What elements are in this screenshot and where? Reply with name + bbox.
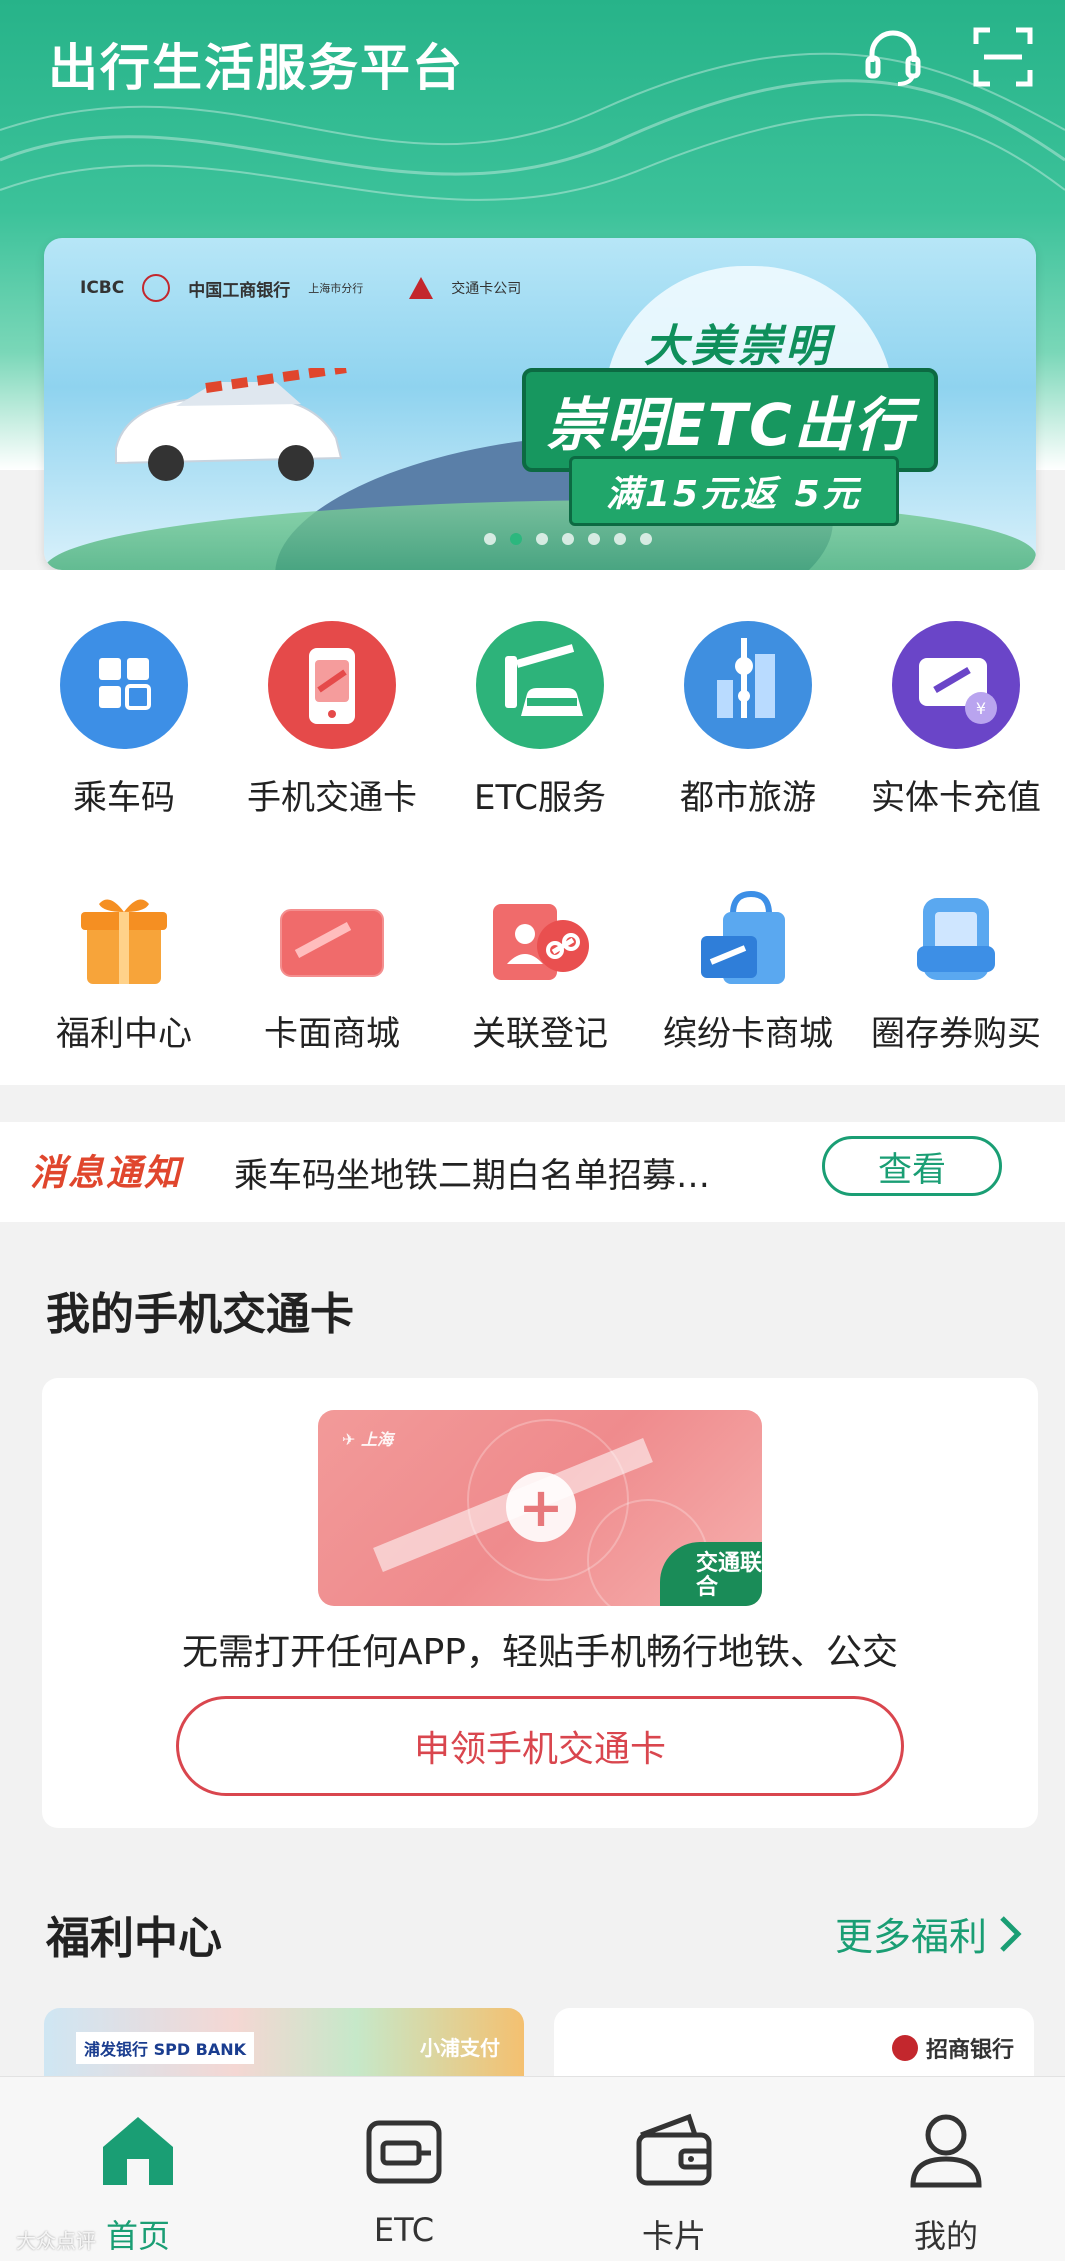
- app-title: 出行生活服务平台: [48, 39, 464, 97]
- service-label: 都市旅游: [680, 778, 816, 818]
- service-mobile-transit-card[interactable]: 手机交通卡: [228, 620, 436, 819]
- service-voucher-purchase[interactable]: 圈存券购买: [852, 888, 1060, 1055]
- bottom-tab-bar: 首页 ETC 卡片 我的: [0, 2076, 1065, 2261]
- service-card-face-mall[interactable]: 卡面商城: [228, 888, 436, 1055]
- watermark: 大众点评: [16, 2229, 96, 2253]
- view-notice-button[interactable]: 查看: [822, 1136, 1002, 1196]
- carousel-dot-active[interactable]: [510, 533, 522, 545]
- cmb-logo: 招商银行: [891, 2032, 1014, 2064]
- apply-transit-card-button[interactable]: 申领手机交通卡: [176, 1696, 904, 1796]
- headset-icon[interactable]: [860, 24, 926, 90]
- partner-name: 交通卡公司: [451, 281, 522, 297]
- carousel-dot[interactable]: [562, 533, 574, 545]
- bank-name: 中国工商银行: [188, 280, 291, 301]
- wallet-icon: [636, 2113, 712, 2186]
- service-label: 实体卡充值: [871, 778, 1041, 818]
- notice-text[interactable]: 乘车码坐地铁二期白名单招募…: [234, 1148, 794, 1197]
- tab-label: ETC: [373, 2211, 435, 2249]
- etc-device-icon: [366, 2120, 442, 2184]
- banner-line1: 大美崇明: [644, 321, 832, 372]
- icbc-logo-icon: [142, 274, 171, 302]
- banner-line3: 满15元返 5元: [569, 456, 899, 526]
- service-card-recharge[interactable]: ¥ 实体卡充值: [852, 620, 1060, 819]
- card-recharge-icon: ¥: [891, 620, 1021, 750]
- phone-card-icon: [267, 620, 397, 750]
- car-illustration-icon: [115, 368, 347, 481]
- service-ride-code[interactable]: 乘车码: [20, 620, 228, 819]
- qr-code-icon: [59, 620, 189, 750]
- transit-card-description: 无需打开任何APP，轻贴手机畅行地铁、公交: [181, 1632, 899, 1673]
- carousel-dot[interactable]: [536, 533, 548, 545]
- add-card-icon[interactable]: +: [506, 1472, 576, 1542]
- banner-logos: ICBC 中国工商银行 上海市分行 交通卡公司: [80, 274, 521, 302]
- city-tower-icon: [683, 620, 813, 750]
- service-label: 手机交通卡: [247, 778, 417, 818]
- tab-label: 卡片: [641, 2217, 706, 2255]
- chevron-right-icon: [1000, 1915, 1022, 1952]
- tab-cards[interactable]: 卡片: [574, 2107, 774, 2257]
- more-welfare-link[interactable]: 更多福利: [835, 1906, 1023, 1961]
- link-register-icon: [485, 888, 595, 988]
- svg-text:¥: ¥: [976, 699, 986, 718]
- service-etc[interactable]: ETC服务: [436, 620, 644, 819]
- service-link-register[interactable]: 关联登记: [436, 888, 644, 1055]
- xiaopu-pay-label: 小浦支付: [420, 2036, 500, 2060]
- service-label: 卡面商城: [264, 1014, 400, 1054]
- promo-banner[interactable]: ICBC 中国工商银行 上海市分行 交通卡公司 大美崇明 崇明ETC出行 满15…: [44, 238, 1036, 570]
- carousel-dot[interactable]: [484, 533, 496, 545]
- cmb-logo-icon: [891, 2035, 918, 2061]
- service-label: ETC服务: [474, 778, 606, 818]
- notice-tag: 消息通知: [30, 1153, 183, 1194]
- service-label: 关联登记: [472, 1014, 608, 1054]
- cmb-name: 招商银行: [925, 2038, 1014, 2063]
- tab-label: 我的: [913, 2217, 978, 2255]
- etc-toll-icon: [475, 620, 605, 750]
- service-label: 缤纷卡商城: [663, 1014, 833, 1054]
- section-title-transit-card: 我的手机交通卡: [46, 1289, 354, 1340]
- gift-box-icon: [69, 888, 179, 988]
- service-welfare-center[interactable]: 福利中心: [20, 888, 228, 1055]
- service-label: 圈存券购买: [871, 1014, 1041, 1054]
- t-union-logo: 交通联合: [660, 1542, 762, 1606]
- service-label: 乘车码: [73, 778, 175, 818]
- carousel-dot[interactable]: [640, 533, 652, 545]
- bank-branch: 上海市分行: [308, 282, 364, 295]
- user-icon: [910, 2114, 982, 2188]
- spd-bank-logo: 浦发银行 SPD BANK: [76, 2032, 255, 2064]
- more-welfare-label: 更多福利: [834, 1915, 987, 1959]
- carousel-dot[interactable]: [588, 533, 600, 545]
- carousel-dots: [484, 533, 652, 545]
- service-grid: 乘车码 手机交通卡 ETC服务 都市旅游 ¥ 实体卡充值 福利中心 卡面商城 关…: [0, 570, 1065, 1085]
- message-notice-bar[interactable]: 消息通知 乘车码坐地铁二期白名单招募… 查看: [0, 1122, 1065, 1222]
- service-label: 福利中心: [56, 1014, 192, 1054]
- tab-etc[interactable]: ETC: [304, 2107, 504, 2249]
- union-label: 交通联合: [696, 1551, 762, 1600]
- card-face-icon: [277, 888, 387, 988]
- transit-card-panel: ✈ 上海 + 交通联合 无需打开任何APP，轻贴手机畅行地铁、公交 申领手机交通…: [42, 1378, 1038, 1828]
- service-colorful-card-mall[interactable]: 缤纷卡商城: [644, 888, 852, 1055]
- service-city-tour[interactable]: 都市旅游: [644, 620, 852, 819]
- tab-mine[interactable]: 我的: [846, 2107, 1046, 2257]
- icbc-abbr: ICBC: [80, 278, 125, 298]
- transit-card-company-logo-icon: [409, 277, 434, 299]
- voucher-icon: [901, 888, 1011, 988]
- transit-card-image[interactable]: ✈ 上海 + 交通联合: [318, 1410, 762, 1606]
- scan-icon[interactable]: [970, 24, 1036, 90]
- home-icon: [103, 2117, 173, 2185]
- section-title-welfare: 福利中心: [46, 1913, 222, 1964]
- carousel-dot[interactable]: [614, 533, 626, 545]
- shopping-bag-icon: [693, 888, 803, 988]
